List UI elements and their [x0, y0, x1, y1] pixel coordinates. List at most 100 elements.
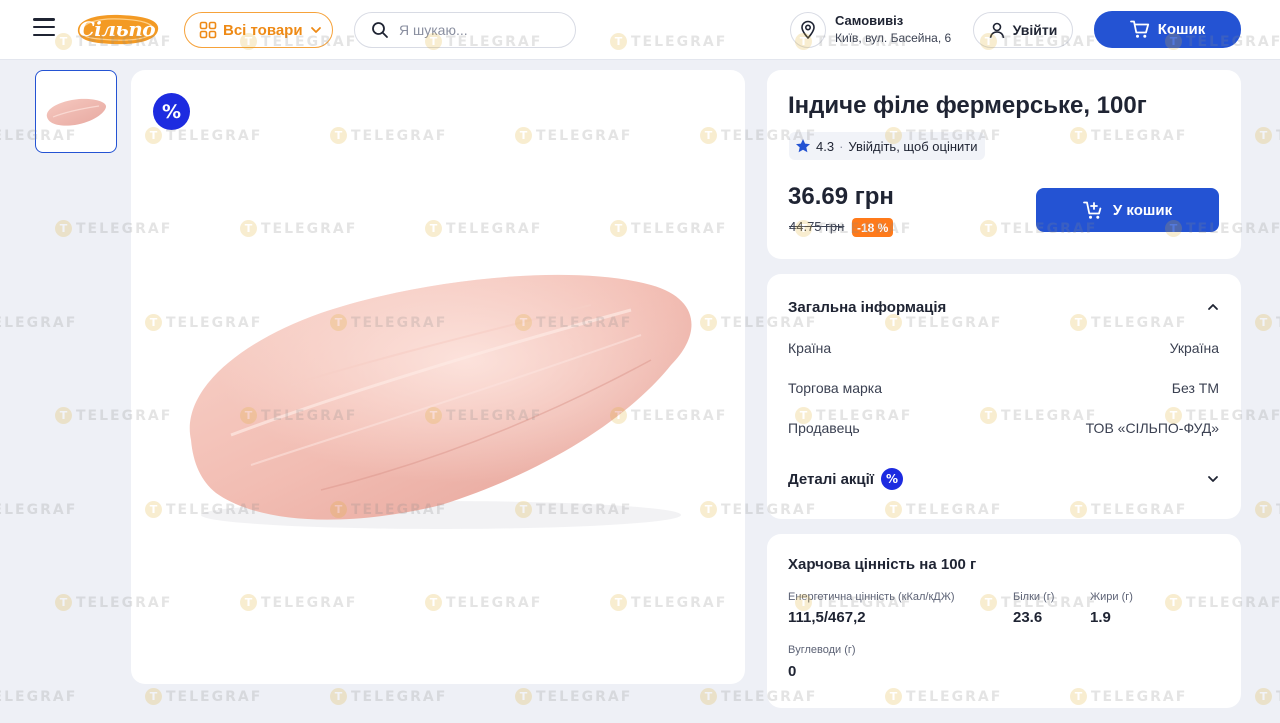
top-header: Сільпо Всі товари Самовивіз Київ, вул. Б…: [0, 0, 1280, 60]
watermark-logo-icon: T: [1255, 501, 1272, 518]
watermark-logo-icon: T: [700, 688, 717, 705]
current-price: 36.69 грн: [788, 183, 894, 210]
promo-details-toggle[interactable]: Деталі акції %: [788, 467, 1220, 491]
old-price: 44.75 грн: [789, 219, 845, 234]
cart-button[interactable]: Кошик: [1094, 11, 1241, 48]
user-icon: [989, 22, 1004, 38]
product-image-card: %: [131, 70, 745, 684]
pickup-location-button[interactable]: [790, 12, 826, 48]
nutrition-fat-label: Жири (г): [1090, 591, 1133, 603]
watermark-logo-icon: T: [1255, 688, 1272, 705]
login-label: Увійти: [1012, 22, 1058, 38]
general-info-title: Загальна інформація: [788, 298, 947, 316]
nutrition-title: Харчова цінність на 100 г: [788, 556, 977, 573]
search-icon: [372, 22, 388, 38]
watermark-logo-icon: T: [1255, 314, 1272, 331]
watermark-item: TTELEGRAF: [330, 688, 447, 705]
all-goods-button[interactable]: Всі товари: [184, 12, 333, 48]
nutrition-carbs-value: 0: [788, 663, 797, 680]
info-label: Торгова марка: [788, 380, 882, 396]
watermark-text: TELEGRAF: [1276, 689, 1280, 705]
pickup-info[interactable]: Самовивіз Київ, вул. Басейна, 6: [835, 12, 975, 47]
search-input[interactable]: [399, 22, 559, 38]
turkey-fillet-image: [189, 274, 692, 529]
info-value: ТОВ «СІЛЬПО-ФУД»: [1085, 420, 1219, 436]
promo-percent-badge: %: [153, 93, 190, 130]
general-info-card: Загальна інформація Країна Україна Торго…: [767, 274, 1241, 519]
promo-details-heading: Деталі акції %: [788, 468, 904, 490]
all-goods-label: Всі товари: [223, 21, 303, 39]
pickup-title: Самовивіз: [835, 13, 904, 28]
add-to-cart-icon: [1082, 201, 1102, 219]
chevron-down-icon: [1208, 476, 1218, 482]
star-icon: [796, 139, 810, 153]
product-thumbnail[interactable]: [35, 70, 117, 153]
thumbnail-image: [46, 98, 107, 126]
product-info-card: Індиче філе фермерське, 100г 4.3 · Увійд…: [767, 70, 1241, 259]
add-to-cart-button[interactable]: У кошик: [1036, 188, 1219, 232]
watermark-logo-icon: T: [55, 407, 72, 424]
watermark-text: TELEGRAF: [351, 688, 448, 705]
info-row-brand: Торгова марка Без ТМ: [788, 380, 1219, 396]
cart-icon: [1129, 20, 1149, 38]
watermark-item: TTELEGRAF: [145, 688, 262, 705]
watermark-text: TELEGRAF: [1276, 128, 1280, 144]
watermark-item: T TELEGRAF: [1255, 127, 1280, 144]
watermark-text: TELEGRAF: [1276, 502, 1280, 518]
watermark-item: T TELEGRAF: [1255, 314, 1280, 331]
rating-block: 4.3 · Увійдіть, щоб оцінити: [789, 132, 985, 160]
cart-label: Кошик: [1157, 21, 1206, 38]
watermark-logo-icon: T: [1255, 127, 1272, 144]
watermark-logo-icon: T: [145, 688, 162, 705]
rate-prompt-link[interactable]: Увійдіть, щоб оцінити: [848, 139, 977, 154]
nutrition-fat-value: 1.9: [1090, 609, 1111, 626]
chevron-down-icon: [310, 27, 321, 33]
watermark-logo-icon: T: [55, 220, 72, 237]
pickup-address: Київ, вул. Басейна, 6: [835, 31, 952, 45]
watermark-text: TELEGRAF: [0, 501, 78, 518]
watermark-text: TELEGRAF: [0, 314, 78, 331]
info-row-country: Країна Україна: [788, 340, 1219, 356]
watermark-text: TELEGRAF: [536, 688, 633, 705]
watermark-text: TELEGRAF: [0, 688, 78, 705]
info-value: Без ТМ: [1171, 380, 1219, 396]
watermark-text: TELEGRAF: [166, 688, 263, 705]
chevron-up-icon: [1208, 304, 1218, 310]
promo-percent-mini-badge: %: [881, 468, 904, 490]
location-pin-icon: [801, 20, 815, 40]
watermark-item: T TELEGRAF: [1255, 501, 1280, 518]
general-info-toggle[interactable]: Загальна інформація: [788, 297, 1220, 317]
rating-separator: ·: [839, 138, 844, 154]
watermark-logo-icon: T: [330, 688, 347, 705]
watermark-item: TTELEGRAF: [0, 314, 77, 331]
nutrition-card: Харчова цінність на 100 г Енергетична ці…: [767, 534, 1241, 708]
nutrition-carbs-label: Вуглеводи (г): [788, 644, 856, 656]
info-label: Країна: [788, 340, 832, 356]
watermark-item: TTELEGRAF: [0, 688, 77, 705]
nutrition-protein-label: Білки (г): [1013, 591, 1055, 603]
rating-value: 4.3: [816, 138, 835, 154]
menu-hamburger-icon[interactable]: [33, 18, 55, 36]
info-value: Україна: [1169, 340, 1219, 356]
product-title: Індиче філе фермерське, 100г: [788, 92, 1147, 119]
info-row-seller: Продавець ТОВ «СІЛЬПО-ФУД»: [788, 420, 1219, 436]
nutrition-protein-value: 23.6: [1013, 609, 1043, 626]
nutrition-energy-label: Енергетична цінність (кКал/кДЖ): [788, 591, 955, 603]
search-box[interactable]: [354, 12, 576, 48]
add-to-cart-label: У кошик: [1112, 201, 1173, 219]
promo-details-label: Деталі акції: [788, 470, 875, 488]
silpo-logo[interactable]: Сільпо: [72, 10, 162, 48]
login-button[interactable]: Увійти: [973, 12, 1073, 48]
logo-text: Сільпо: [78, 17, 156, 41]
grid-icon: [199, 21, 217, 39]
watermark-item: T TELEGRAF: [1255, 688, 1280, 705]
promo-badge-symbol: %: [161, 100, 182, 123]
watermark-logo-icon: T: [55, 594, 72, 611]
discount-badge: -18 %: [852, 218, 894, 237]
watermark-item: TTELEGRAF: [515, 688, 632, 705]
nutrition-energy-value: 111,5/467,2: [788, 609, 866, 626]
watermark-item: TTELEGRAF: [0, 501, 77, 518]
info-label: Продавець: [788, 420, 860, 436]
watermark-logo-icon: T: [515, 688, 532, 705]
watermark-text: TELEGRAF: [1276, 315, 1280, 331]
